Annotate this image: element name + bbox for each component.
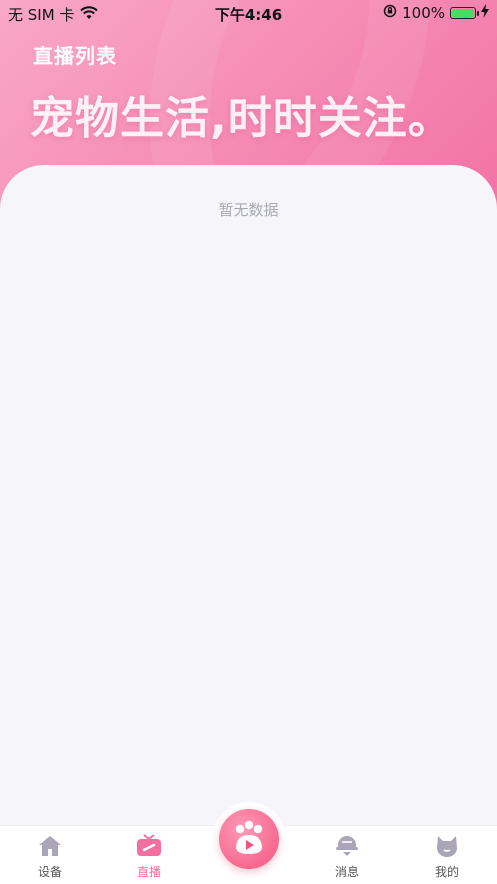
tab-label: 直播 (136, 865, 161, 879)
tab-label: 设备 (37, 865, 62, 879)
battery-percent: 100% (402, 4, 445, 22)
slogan-text: 宠物生活,时时关注。 (30, 93, 453, 144)
battery-fill (452, 9, 474, 17)
tab-label: 消息 (334, 865, 359, 879)
tab-label: 我的 (434, 865, 459, 879)
wifi-icon (80, 5, 99, 24)
live-list-container (0, 165, 497, 825)
status-left: 无 SIM 卡 (8, 4, 99, 25)
tab-messages[interactable]: 消息 (307, 834, 387, 880)
center-action-button[interactable] (212, 802, 286, 876)
page-title: 直播列表 (33, 44, 117, 68)
tab-profile[interactable]: 我的 (407, 834, 487, 880)
tv-icon (135, 834, 163, 861)
status-bar: 无 SIM 卡 下午4:46 100% (0, 0, 497, 26)
cat-icon (434, 836, 460, 861)
tab-live[interactable]: 直播 (109, 834, 189, 880)
status-right: 100% (383, 4, 489, 22)
bell-icon (334, 836, 360, 861)
empty-state-text: 暂无数据 (218, 201, 279, 219)
house-icon (37, 836, 63, 861)
orientation-lock-icon (383, 4, 397, 22)
charging-icon (481, 4, 489, 22)
battery-icon (450, 7, 479, 19)
tab-devices[interactable]: 设备 (10, 834, 90, 880)
paw-play-button[interactable] (219, 809, 279, 869)
carrier-label: 无 SIM 卡 (8, 6, 75, 24)
paw-play-icon (219, 820, 279, 873)
